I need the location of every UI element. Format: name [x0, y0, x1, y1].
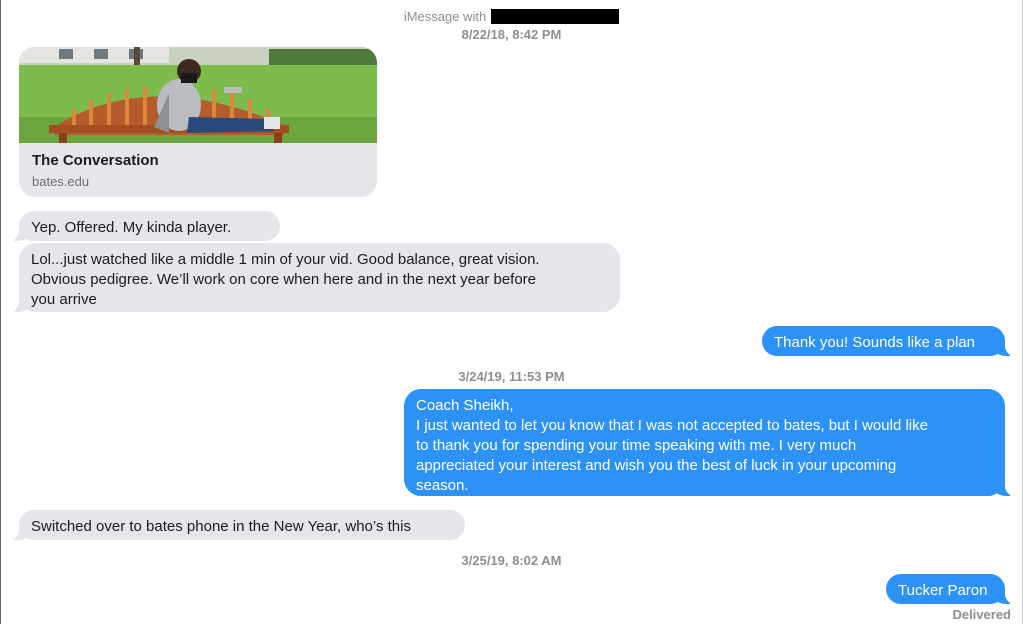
link-preview-card[interactable]: The Conversation bates.edu	[19, 47, 377, 197]
message-text: Lol...just watched like a middle 1 min o…	[31, 251, 540, 308]
delivery-status: Delivered	[952, 607, 1011, 622]
redacted-contact-name	[491, 9, 620, 24]
message-text: Tucker Paron	[898, 582, 988, 599]
incoming-message-bubble[interactable]: Switched over to bates phone in the New …	[7, 510, 465, 540]
link-title: The Conversation	[32, 152, 159, 169]
incoming-message-bubble[interactable]: Lol...just watched like a middle 1 min o…	[7, 243, 620, 312]
timestamp: 3/24/19, 11:53 PM	[458, 369, 565, 384]
message-text: Yep. Offered. My kinda player.	[31, 219, 232, 236]
incoming-message-bubble[interactable]: Yep. Offered. My kinda player.	[7, 211, 280, 241]
message-text: Coach Sheikh, I just wanted to let you k…	[416, 397, 928, 494]
timestamp: 3/25/19, 8:02 AM	[461, 553, 562, 568]
link-domain: bates.edu	[32, 174, 90, 189]
message-text: Thank you! Sounds like a plan	[774, 334, 975, 351]
header-label: iMessage with	[403, 9, 487, 24]
message-text: Switched over to bates phone in the New …	[31, 518, 411, 535]
link-preview-image	[19, 47, 377, 143]
outgoing-message-bubble[interactable]: Coach Sheikh, I just wanted to let you k…	[404, 389, 1017, 496]
conversation-header: iMessage with	[0, 9, 1023, 24]
outgoing-message-bubble[interactable]: Thank you! Sounds like a plan	[762, 326, 1017, 356]
timestamp: 8/22/18, 8:42 PM	[461, 27, 562, 42]
window-edge-left	[0, 0, 1, 624]
outgoing-message-bubble[interactable]: Tucker Paron	[886, 574, 1017, 604]
